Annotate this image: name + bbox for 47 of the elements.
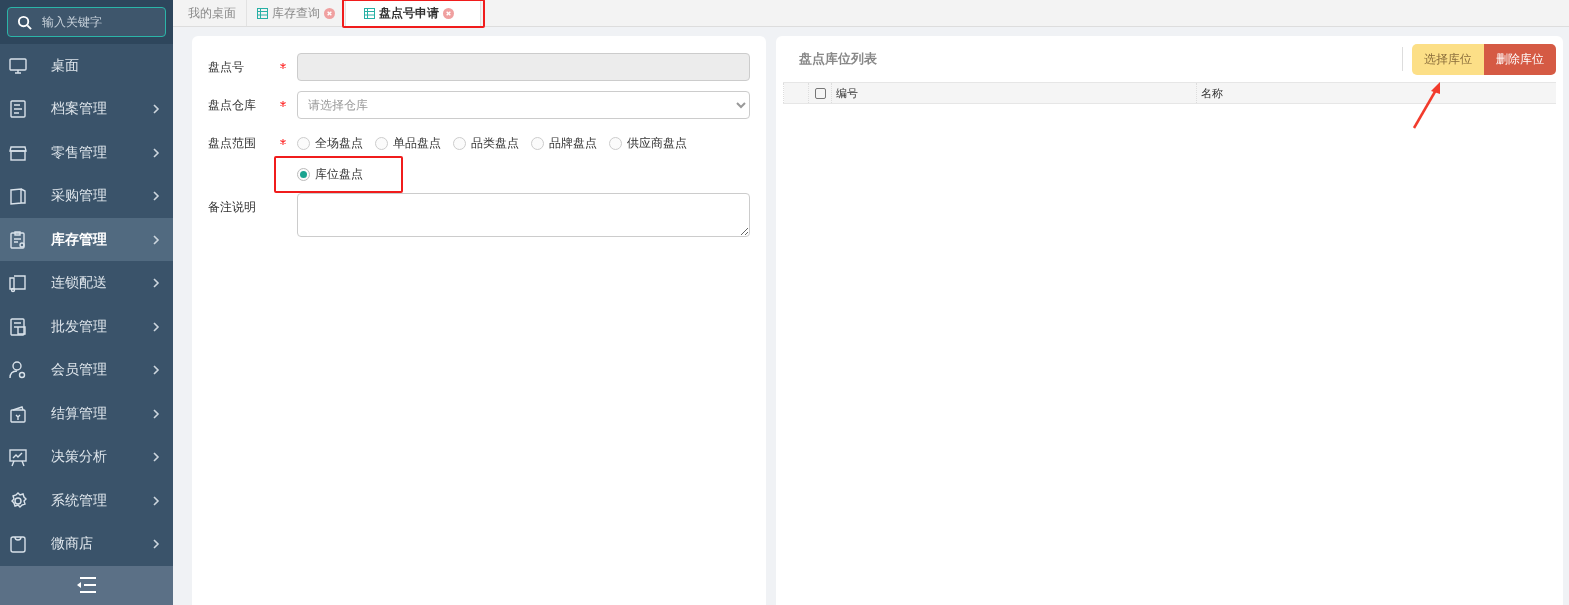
sidebar-item[interactable]: 系统管理: [0, 478, 173, 523]
sidebar-item[interactable]: 桌面: [0, 43, 173, 88]
tab[interactable]: 我的桌面: [178, 0, 247, 26]
book-icon: [8, 186, 28, 207]
sidebar-item[interactable]: 批发管理: [0, 304, 173, 349]
monitor-icon: [8, 55, 28, 76]
ledger-icon: [8, 316, 28, 337]
field-label: 盘点仓库: [208, 97, 257, 114]
radio-option[interactable]: 全场盘点: [297, 135, 363, 152]
sidebar-item[interactable]: 采购管理: [0, 174, 173, 218]
list-button[interactable]: 删除库位: [1484, 43, 1556, 75]
column-header: 名称: [1196, 82, 1556, 104]
table-icon: [364, 7, 375, 19]
sidebar-item[interactable]: 零售管理: [0, 130, 173, 175]
column-header: 编号: [831, 82, 1197, 104]
chart-icon: [8, 447, 28, 468]
radio-option[interactable]: 单品盘点: [375, 135, 441, 152]
field-label: 盘点号: [208, 59, 245, 76]
bag-icon: [8, 534, 28, 555]
field-label: 盘点范围: [208, 135, 257, 152]
sidebar-item[interactable]: 决策分析: [0, 435, 173, 479]
clipboard-icon: [8, 229, 28, 250]
radio-option[interactable]: 品牌盘点: [531, 135, 597, 152]
text-area[interactable]: [297, 193, 750, 237]
list-button[interactable]: 选择库位: [1412, 43, 1484, 75]
radio-option[interactable]: 品类盘点: [453, 135, 519, 152]
search-field[interactable]: 输入关键字: [7, 6, 166, 37]
sidebar-item[interactable]: 档案管理: [0, 87, 173, 131]
radio-option[interactable]: 库位盘点: [297, 166, 363, 183]
table-icon: [257, 7, 268, 19]
user-icon: [8, 360, 28, 381]
sidebar-item[interactable]: 微商店: [0, 522, 173, 566]
close-icon[interactable]: [324, 7, 335, 19]
search-icon: [17, 14, 32, 30]
radio-option[interactable]: 供应商盘点: [609, 135, 687, 152]
select-all-checkbox[interactable]: [814, 87, 826, 99]
truck-icon: [8, 273, 28, 294]
wallet-icon: [8, 403, 28, 424]
sidebar-item[interactable]: 连锁配送: [0, 261, 173, 305]
file-icon: [8, 99, 28, 120]
panel-title: 盘点库位列表: [799, 50, 878, 68]
close-icon[interactable]: [443, 7, 454, 19]
sidebar-item[interactable]: 会员管理: [0, 348, 173, 392]
sidebar-item[interactable]: 结算管理: [0, 391, 173, 436]
sidebar-item[interactable]: 库存管理: [0, 217, 173, 262]
field-label: 备注说明: [208, 199, 257, 216]
tab[interactable]: 盘点号申请: [346, 0, 481, 26]
